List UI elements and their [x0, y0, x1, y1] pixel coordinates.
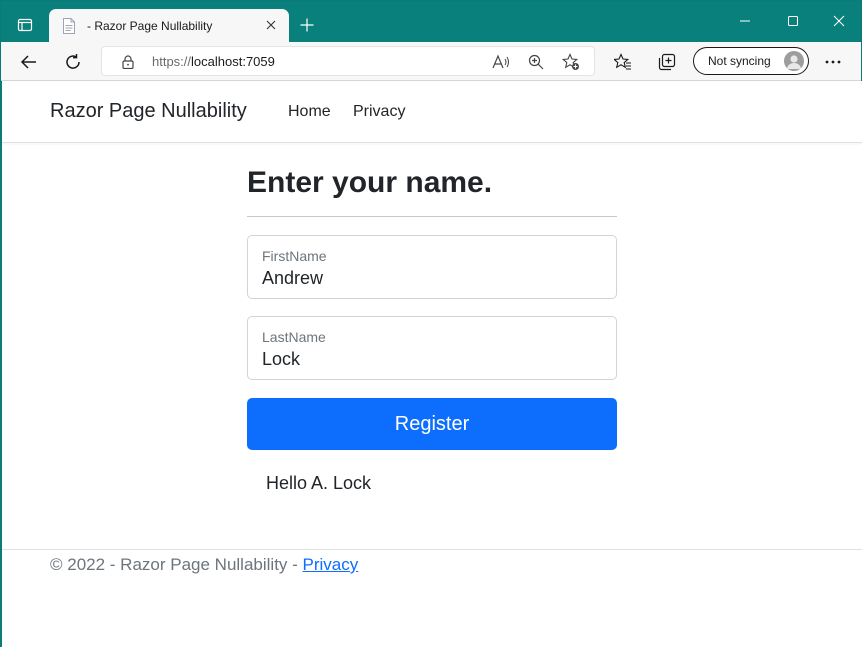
- back-arrow-icon[interactable]: [17, 50, 41, 74]
- heading-divider: [247, 216, 617, 217]
- nav-link-home[interactable]: Home: [288, 103, 331, 121]
- title-bar: - Razor Page Nullability: [1, 1, 861, 42]
- new-tab-icon[interactable]: [297, 15, 317, 35]
- greeting-message: Hello A. Lock: [266, 473, 372, 493]
- footer-copyright: © 2022 - Razor Page Nullability -: [50, 555, 303, 574]
- nav-link-privacy[interactable]: Privacy: [353, 103, 405, 121]
- url-host: localhost:7059: [191, 54, 275, 69]
- tab-actions-icon[interactable]: [13, 13, 37, 37]
- browser-window: - Razor Page Nullability https://localho…: [0, 0, 862, 647]
- favorites-icon[interactable]: [611, 50, 635, 74]
- profile-sync-button[interactable]: Not syncing: [693, 47, 809, 75]
- minimize-icon[interactable]: [735, 11, 755, 31]
- last-name-input[interactable]: [262, 347, 602, 371]
- footer-privacy-link[interactable]: Privacy: [303, 555, 359, 574]
- page-favicon-icon: [61, 17, 77, 34]
- first-name-field[interactable]: FirstName: [247, 235, 617, 299]
- close-tab-icon[interactable]: [263, 17, 279, 33]
- footer-text: © 2022 - Razor Page Nullability - Privac…: [50, 555, 358, 575]
- address-bar[interactable]: https://localhost:7059: [101, 46, 595, 76]
- last-name-label: LastName: [262, 329, 326, 345]
- register-button[interactable]: Register: [247, 398, 617, 450]
- form-heading: Enter your name.: [247, 166, 493, 199]
- site-footer: © 2022 - Razor Page Nullability - Privac…: [2, 549, 862, 647]
- url-scheme: https://: [152, 54, 192, 69]
- first-name-label: FirstName: [262, 248, 327, 264]
- browser-tab[interactable]: - Razor Page Nullability: [49, 9, 289, 42]
- zoom-icon[interactable]: [527, 53, 545, 71]
- browser-toolbar: https://localhost:7059 Not syncing: [1, 42, 861, 81]
- last-name-field[interactable]: LastName: [247, 316, 617, 380]
- first-name-input[interactable]: [262, 266, 602, 290]
- web-page: Razor Page Nullability Home Privacy Ente…: [2, 81, 862, 647]
- sync-status-label: Not syncing: [708, 54, 771, 68]
- site-brand-link[interactable]: Razor Page Nullability: [50, 100, 247, 123]
- tab-title: - Razor Page Nullability: [87, 18, 213, 33]
- more-options-icon[interactable]: [821, 50, 845, 74]
- maximize-icon[interactable]: [783, 11, 803, 31]
- profile-avatar-icon: [784, 51, 804, 71]
- collections-icon[interactable]: [655, 50, 679, 74]
- register-form: Enter your name. FirstName LastName Regi…: [247, 163, 617, 494]
- url-text[interactable]: https://localhost:7059: [152, 54, 275, 69]
- lock-icon[interactable]: [120, 54, 136, 70]
- close-window-icon[interactable]: [829, 11, 849, 31]
- read-aloud-icon[interactable]: [492, 53, 510, 71]
- site-navbar: Razor Page Nullability Home Privacy: [2, 81, 862, 143]
- add-favorite-icon[interactable]: [562, 53, 580, 71]
- refresh-icon[interactable]: [61, 50, 85, 74]
